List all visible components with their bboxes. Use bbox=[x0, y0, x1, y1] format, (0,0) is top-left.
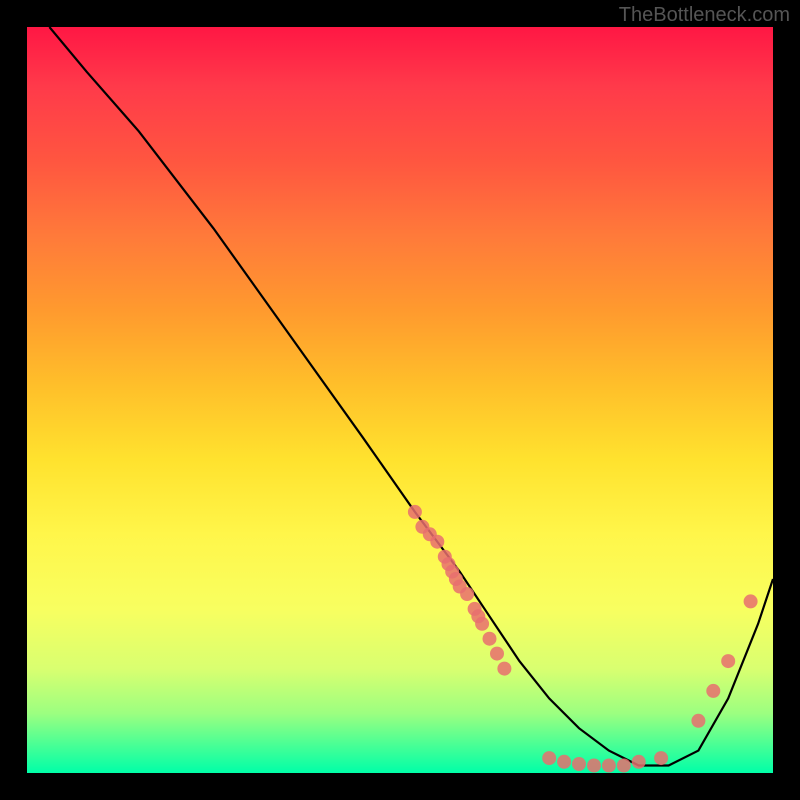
data-point bbox=[691, 714, 705, 728]
data-point bbox=[587, 759, 601, 773]
chart-svg bbox=[27, 27, 773, 773]
data-point bbox=[617, 759, 631, 773]
data-point bbox=[460, 587, 474, 601]
data-point bbox=[602, 759, 616, 773]
data-point bbox=[497, 662, 511, 676]
chart-curve bbox=[49, 27, 773, 766]
curve-line bbox=[49, 27, 773, 766]
data-point bbox=[490, 647, 504, 661]
chart-plot-area bbox=[27, 27, 773, 773]
data-point bbox=[654, 751, 668, 765]
data-point bbox=[706, 684, 720, 698]
data-point bbox=[572, 757, 586, 771]
data-point bbox=[430, 535, 444, 549]
data-point bbox=[632, 755, 646, 769]
watermark-text: TheBottleneck.com bbox=[619, 4, 790, 27]
data-point bbox=[408, 505, 422, 519]
data-point bbox=[483, 632, 497, 646]
data-point bbox=[744, 594, 758, 608]
data-point bbox=[721, 654, 735, 668]
data-point bbox=[557, 755, 571, 769]
data-point bbox=[542, 751, 556, 765]
data-point bbox=[475, 617, 489, 631]
